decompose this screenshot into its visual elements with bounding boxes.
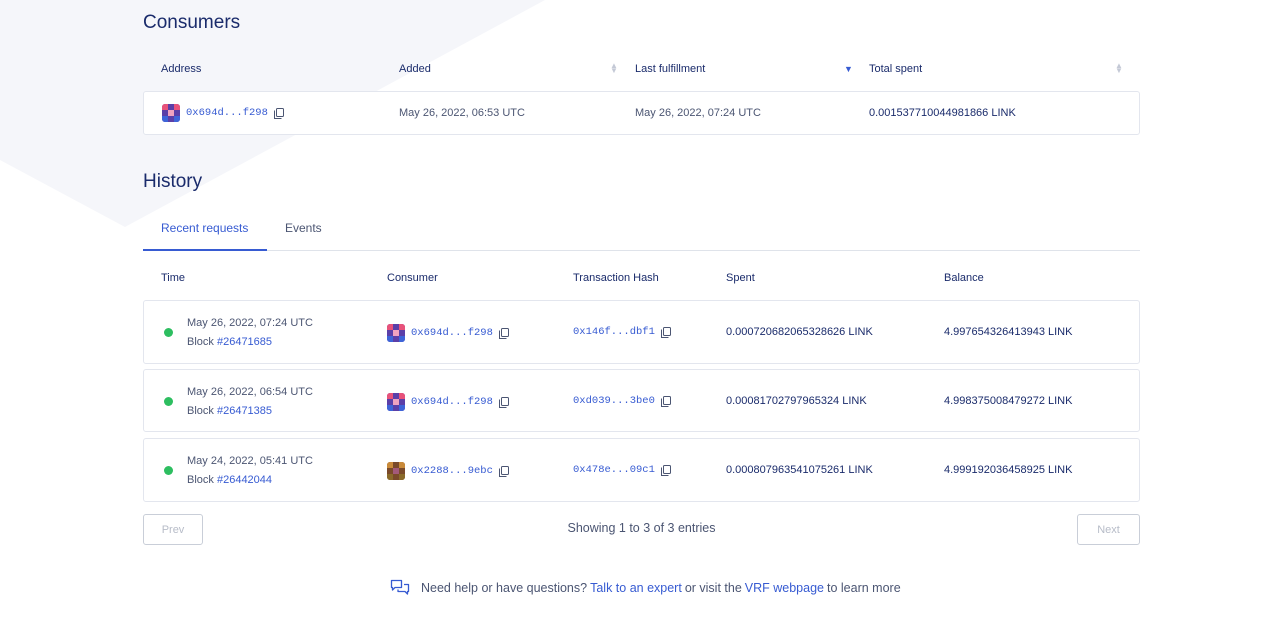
request-block: Block #26471385 [187,405,272,417]
col-transaction-hash: Transaction Hash [573,272,659,284]
col-added[interactable]: Added [399,63,431,75]
request-spent: 0.000807963541075261 LINK [726,464,873,476]
consumer-last-fulfillment: May 26, 2022, 07:24 UTC [635,107,761,119]
showing-entries: Showing 1 to 3 of 3 entries [567,521,716,535]
block-label: Block [187,474,214,486]
request-balance: 4.997654326413943 LINK [944,326,1073,338]
copy-icon[interactable] [498,396,509,408]
active-tab-indicator [143,249,267,251]
copy-icon[interactable] [498,465,509,477]
copy-icon[interactable] [660,395,671,407]
consumers-title: Consumers [143,12,241,33]
table-row: May 24, 2022, 05:41 UTC Block #26442044 … [143,438,1140,502]
block-label: Block [187,405,214,417]
request-consumer: 0x694d...f298 [387,324,509,342]
avatar [387,462,405,480]
tx-hash-link[interactable]: 0xd039...3be0 [573,395,655,407]
copy-icon[interactable] [498,327,509,339]
request-tx-hash: 0x478e...09c1 [573,464,671,476]
status-dot [164,397,173,406]
table-row: May 26, 2022, 07:24 UTC Block #26471685 … [143,300,1140,364]
col-balance: Balance [944,272,984,284]
request-time: May 26, 2022, 07:24 UTC [187,317,313,329]
status-dot [164,328,173,337]
col-time: Time [161,272,186,284]
copy-icon[interactable] [660,326,671,338]
request-tx-hash: 0x146f...dbf1 [573,326,671,338]
col-consumer: Consumer [387,272,438,284]
col-address: Address [161,63,202,75]
col-last-fulfillment[interactable]: Last fulfillment [635,63,705,75]
block-link[interactable]: #26471385 [217,405,272,417]
request-block: Block #26471685 [187,336,272,348]
request-balance: 4.999192036458925 LINK [944,464,1073,476]
request-block: Block #26442044 [187,474,272,486]
consumer-address-link[interactable]: 0x2288...9ebc [411,465,493,477]
tx-hash-link[interactable]: 0x146f...dbf1 [573,326,655,338]
tab-events[interactable]: Events [285,221,322,235]
block-label: Block [187,336,214,348]
col-spent: Spent [726,272,755,284]
consumer-total-spent: 0.001537710044981866 LINK [869,107,1016,119]
chat-bubbles-icon [390,579,410,595]
help-prefix: Need help or have questions? [421,581,588,595]
help-suffix: to learn more [827,581,901,595]
consumer-address-link[interactable]: 0x694d...f298 [411,327,493,339]
sort-arrows-icon[interactable]: ▲ ▼ [610,62,618,75]
consumer-added: May 26, 2022, 06:53 UTC [399,107,525,119]
copy-icon[interactable] [660,464,671,476]
request-time: May 26, 2022, 06:54 UTC [187,386,313,398]
next-button[interactable]: Next [1077,514,1140,545]
request-consumer: 0x694d...f298 [387,393,509,411]
request-time: May 24, 2022, 05:41 UTC [187,455,313,467]
request-spent: 0.000720682065328626 LINK [726,326,873,338]
sort-desc-icon[interactable]: ▼ [844,65,853,74]
block-link[interactable]: #26442044 [217,474,272,486]
block-link[interactable]: #26471685 [217,336,272,348]
tab-recent-requests[interactable]: Recent requests [161,221,248,235]
request-consumer: 0x2288...9ebc [387,462,509,480]
avatar [162,104,180,122]
request-tx-hash: 0xd039...3be0 [573,395,671,407]
help-middle: or visit the [684,581,742,595]
avatar [387,393,405,411]
consumer-row: 0x694d...f298 May 26, 2022, 06:53 UTC Ma… [143,91,1140,135]
table-row: May 26, 2022, 06:54 UTC Block #26471385 … [143,369,1140,432]
consumer-address: 0x694d...f298 [162,104,284,122]
request-balance: 4.998375008479272 LINK [944,395,1073,407]
consumer-address-link[interactable]: 0x694d...f298 [411,396,493,408]
history-title: History [143,171,203,192]
copy-icon[interactable] [273,107,284,119]
talk-to-expert-link[interactable]: Talk to an expert [590,581,682,595]
sort-arrows-icon[interactable]: ▲ ▼ [1115,62,1123,75]
col-total-spent[interactable]: Total spent [869,63,922,75]
status-dot [164,466,173,475]
help-footer: Need help or have questions? Talk to an … [390,579,901,597]
vrf-webpage-link[interactable]: VRF webpage [745,581,824,595]
tx-hash-link[interactable]: 0x478e...09c1 [573,464,655,476]
request-spent: 0.00081702797965324 LINK [726,395,867,407]
consumer-address-link[interactable]: 0x694d...f298 [186,107,268,119]
avatar [387,324,405,342]
history-tabs: Recent requests Events [143,210,1140,251]
